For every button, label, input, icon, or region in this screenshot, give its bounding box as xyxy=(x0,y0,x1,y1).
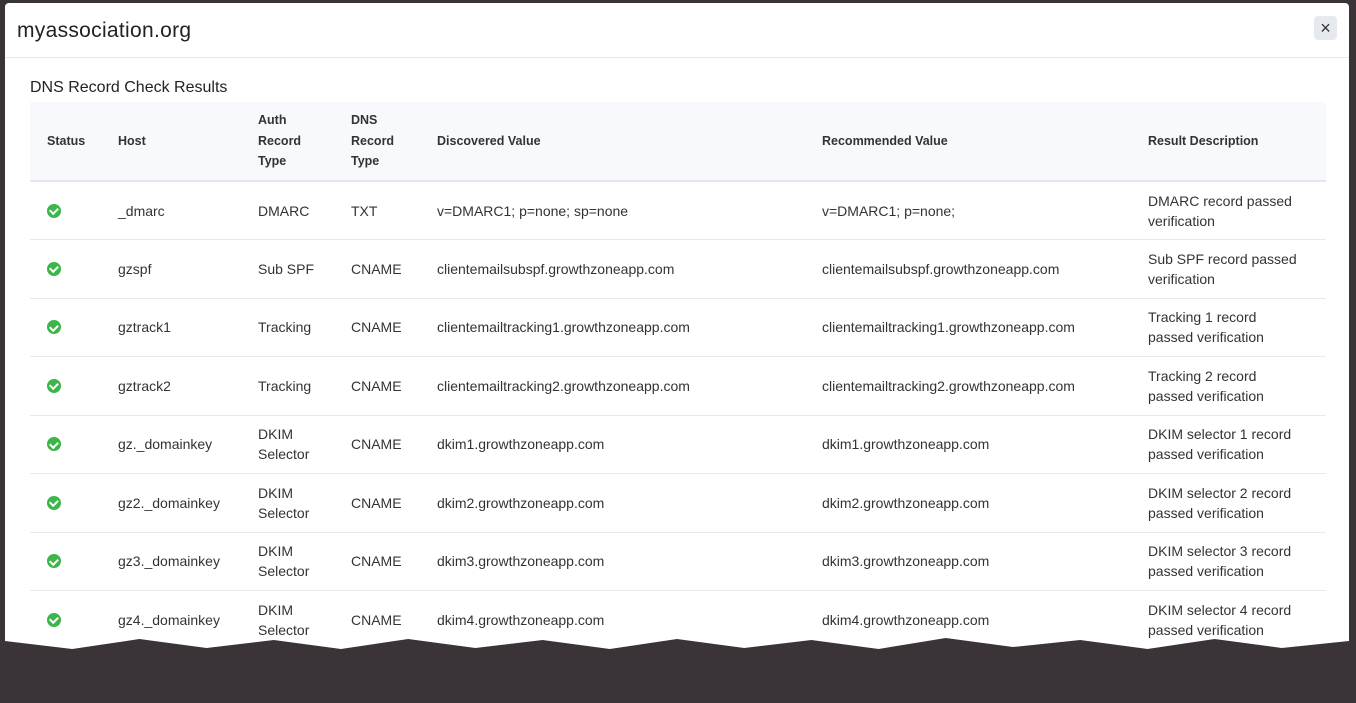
result-description: DMARC record passed verification xyxy=(1148,181,1326,240)
dns-record-type: CNAME xyxy=(351,473,437,533)
modal-title: myassociation.org xyxy=(17,19,192,42)
close-button[interactable]: × xyxy=(1314,16,1337,40)
table-row: gzspf Sub SPF CNAME clientemailsubspf.gr… xyxy=(30,239,1326,299)
result-description: DKIM selector 3 record passed verificati… xyxy=(1148,532,1326,591)
dns-record-type: CNAME xyxy=(351,532,437,591)
discovered-value: dkim4.growthzoneapp.com xyxy=(437,590,822,649)
check-circle-icon xyxy=(47,554,61,569)
discovered-value: clientemailsubspf.growthzoneapp.com xyxy=(437,239,822,299)
col-status: Status xyxy=(47,133,86,148)
table-row: _dmarc DMARC TXT v=DMARC1; p=none; sp=no… xyxy=(30,181,1326,240)
table-header-row: Status Host Auth Record Type DNS Record … xyxy=(30,102,1326,181)
check-circle-icon xyxy=(47,437,61,452)
host: _dmarc xyxy=(118,181,258,240)
discovered-value: dkim3.growthzoneapp.com xyxy=(437,532,822,591)
recommended-value: clientemailtracking1.growthzoneapp.com xyxy=(822,298,1148,357)
col-auth-type: Auth Record Type xyxy=(258,113,302,169)
discovered-value: dkim1.growthzoneapp.com xyxy=(437,415,822,474)
dns-record-type: TXT xyxy=(351,181,437,240)
auth-record-type: DKIM Selector xyxy=(258,473,351,533)
result-description: Tracking 2 record passed verification xyxy=(1148,356,1326,416)
recommended-value: dkim1.growthzoneapp.com xyxy=(822,415,1148,474)
col-dns-type: DNS Record Type xyxy=(351,113,395,169)
section-heading: DNS Record Check Results xyxy=(30,79,228,96)
host: gztrack2 xyxy=(118,356,258,416)
table-row: gz._domainkey DKIM Selector CNAME dkim1.… xyxy=(30,415,1326,474)
recommended-value: v=DMARC1; p=none; xyxy=(822,181,1148,240)
auth-record-type: DKIM Selector xyxy=(258,415,351,474)
auth-record-type: Sub SPF xyxy=(258,239,351,299)
check-circle-icon xyxy=(47,495,61,510)
dns-record-type: CNAME xyxy=(351,356,437,416)
result-description: Tracking 1 record passed verification xyxy=(1148,298,1326,357)
check-circle-icon xyxy=(47,612,61,627)
dns-record-type: CNAME xyxy=(351,590,437,649)
recommended-value: dkim4.growthzoneapp.com xyxy=(822,590,1148,649)
host: gz3._domainkey xyxy=(118,532,258,591)
host: gztrack1 xyxy=(118,298,258,357)
dns-results-modal: myassociation.org × DNS Record Check Res… xyxy=(5,3,1349,649)
discovered-value: v=DMARC1; p=none; sp=none xyxy=(437,181,822,240)
result-description: DKIM selector 1 record passed verificati… xyxy=(1148,415,1326,474)
table-row: gztrack2 Tracking CNAME clientemailtrack… xyxy=(30,356,1326,416)
table-row: gz3._domainkey DKIM Selector CNAME dkim3… xyxy=(30,532,1326,591)
recommended-value: clientemailtracking2.growthzoneapp.com xyxy=(822,356,1148,416)
auth-record-type: Tracking xyxy=(258,356,351,416)
result-description: DKIM selector 4 record passed verificati… xyxy=(1148,590,1326,649)
table-row: gz2._domainkey DKIM Selector CNAME dkim2… xyxy=(30,473,1326,533)
host: gzspf xyxy=(118,239,258,299)
col-recommended: Recommended Value xyxy=(822,133,948,148)
col-result: Result Description xyxy=(1148,133,1259,148)
dns-results-table: Status Host Auth Record Type DNS Record … xyxy=(30,102,1326,649)
discovered-value: clientemailtracking2.growthzoneapp.com xyxy=(437,356,822,416)
dns-record-type: CNAME xyxy=(351,298,437,357)
result-description: DKIM selector 2 record passed verificati… xyxy=(1148,473,1326,533)
check-circle-icon xyxy=(47,261,61,276)
table-row: gztrack1 Tracking CNAME clientemailtrack… xyxy=(30,298,1326,357)
discovered-value: clientemailtracking1.growthzoneapp.com xyxy=(437,298,822,357)
dns-record-type: CNAME xyxy=(351,239,437,299)
modal-header: myassociation.org × xyxy=(5,3,1349,58)
table-row: gz4._domainkey DKIM Selector CNAME dkim4… xyxy=(30,590,1326,649)
host: gz2._domainkey xyxy=(118,473,258,533)
col-host: Host xyxy=(118,133,146,148)
check-circle-icon xyxy=(47,203,61,218)
check-circle-icon xyxy=(47,378,61,393)
dns-record-type: CNAME xyxy=(351,415,437,474)
auth-record-type: Tracking xyxy=(258,298,351,357)
host: gz._domainkey xyxy=(118,415,258,474)
col-discovered: Discovered Value xyxy=(437,133,541,148)
check-circle-icon xyxy=(47,320,61,335)
discovered-value: dkim2.growthzoneapp.com xyxy=(437,473,822,533)
result-description: Sub SPF record passed verification xyxy=(1148,239,1326,299)
recommended-value: dkim3.growthzoneapp.com xyxy=(822,532,1148,591)
auth-record-type: DKIM Selector xyxy=(258,532,351,591)
recommended-value: clientemailsubspf.growthzoneapp.com xyxy=(822,239,1148,299)
recommended-value: dkim2.growthzoneapp.com xyxy=(822,473,1148,533)
host: gz4._domainkey xyxy=(118,590,258,649)
auth-record-type: DKIM Selector xyxy=(258,590,351,649)
auth-record-type: DMARC xyxy=(258,181,351,240)
